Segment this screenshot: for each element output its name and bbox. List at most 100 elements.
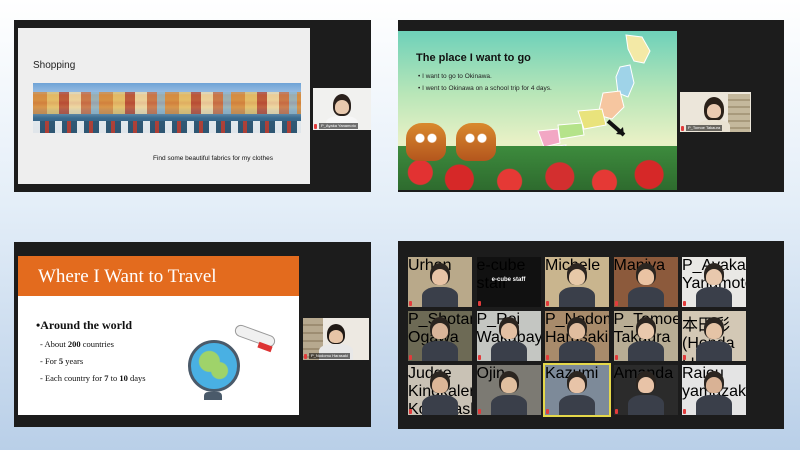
participant-tile[interactable]: e-cube staff e-cube staff xyxy=(476,257,541,307)
participant-tile[interactable]: P_Shotaro Ogawa xyxy=(408,311,472,361)
muted-mic-icon xyxy=(683,301,686,306)
participant-body xyxy=(490,395,527,415)
participant-body xyxy=(627,395,664,415)
participant-face xyxy=(500,323,517,339)
muted-mic-icon xyxy=(477,301,481,306)
participant-body xyxy=(559,341,595,361)
list-item: - For 5 years xyxy=(40,356,83,366)
muted-mic-icon xyxy=(477,409,481,414)
presenter-face xyxy=(335,100,349,114)
muted-mic-icon xyxy=(681,126,684,131)
participant-body xyxy=(627,341,664,361)
muted-mic-icon xyxy=(546,301,549,306)
list-item: - About 200 countries xyxy=(40,339,114,349)
participant-tile[interactable]: 本田彩 (Honda Luki) xyxy=(682,311,746,361)
shisa-statue-right xyxy=(456,123,496,161)
muted-mic-icon xyxy=(314,124,317,129)
participant-body xyxy=(696,287,732,307)
muted-mic-icon xyxy=(546,409,549,414)
bullet-item: • I went to Okinawa on a school trip for… xyxy=(418,85,552,92)
presenter-face xyxy=(329,330,343,343)
participant-tile[interactable]: Urhon xyxy=(408,257,472,307)
participant-tile[interactable]: P_Nodomu Harasaki xyxy=(545,311,609,361)
presenter-video[interactable]: P_Nodomu Harasaki xyxy=(303,318,369,360)
participant-tile[interactable]: Kazumi xyxy=(543,363,611,417)
muted-mic-icon xyxy=(409,301,412,306)
list-text: - Each country for xyxy=(40,373,105,383)
globe-icon xyxy=(188,340,240,392)
gallery-view: Urhone-cube staffe-cube staffMicheleMani… xyxy=(398,241,784,429)
bullet-item: • I want to go to Okinawa. xyxy=(418,73,492,80)
list-text: countries xyxy=(80,339,114,349)
list-text: to xyxy=(108,373,120,383)
muted-mic-icon xyxy=(477,355,481,360)
tile-label: e-cube staff xyxy=(491,277,526,283)
slide-title: The place I want to go xyxy=(416,52,531,64)
participant-body xyxy=(696,341,732,361)
participant-tile[interactable]: P_Tomoe Takaura xyxy=(613,311,678,361)
slide-heading: •Around the world xyxy=(36,318,132,332)
muted-mic-icon xyxy=(683,409,686,414)
participant-face xyxy=(706,377,722,393)
participant-tile[interactable]: Amanda xyxy=(613,365,678,415)
share-window-travel: Where I Want to Travel •Around the world… xyxy=(14,242,371,427)
participant-face xyxy=(569,323,585,339)
shared-slide-okinawa: The place I want to go • I want to go to… xyxy=(398,31,677,190)
participant-body xyxy=(627,287,664,307)
participant-body xyxy=(490,341,527,361)
shared-slide-travel: Where I Want to Travel •Around the world… xyxy=(18,256,299,415)
participant-tile[interactable]: Judge Kingkaler Kobayashi xyxy=(408,365,472,415)
participant-face xyxy=(637,323,654,339)
participant-face xyxy=(637,377,654,393)
list-value: 200 xyxy=(67,339,81,349)
participant-tile[interactable]: Ojin xyxy=(476,365,541,415)
muted-mic-icon xyxy=(409,355,412,360)
list-value: 10 xyxy=(119,373,128,383)
participant-body xyxy=(559,395,595,415)
list-text: years xyxy=(63,356,84,366)
slide-caption: Find some beautiful fabrics for my cloth… xyxy=(153,155,273,162)
participant-face xyxy=(432,377,448,393)
muted-mic-icon xyxy=(546,355,549,360)
participant-tile[interactable]: Maniya xyxy=(613,257,678,307)
bullet-text: I want to go to Okinawa. xyxy=(422,73,492,80)
participant-face xyxy=(432,323,448,339)
presenter-video[interactable]: P_Ayaka Yanamoto xyxy=(313,88,371,130)
muted-mic-icon xyxy=(409,409,412,414)
slide-title: Shopping xyxy=(33,60,76,71)
participant-face xyxy=(706,269,722,285)
harbor-boats xyxy=(33,121,301,133)
slide-title: Where I Want to Travel xyxy=(38,266,217,287)
muted-mic-icon xyxy=(614,301,618,306)
participant-name: P_Nodomu Harasaki xyxy=(309,353,350,359)
participant-tile[interactable]: P_Rei Wakabayashi xyxy=(476,311,541,361)
list-text: - For xyxy=(40,356,59,366)
share-window-okinawa: The place I want to go • I want to go to… xyxy=(398,20,784,192)
participant-tile[interactable]: Raiou yamazaki xyxy=(682,365,746,415)
participant-tile[interactable]: Michele xyxy=(545,257,609,307)
participant-face xyxy=(500,377,517,393)
presenter-video[interactable]: P_Tomoe Takaura xyxy=(680,92,751,132)
list-text: days xyxy=(127,373,146,383)
share-window-shopping: Shopping Find some beautiful fabrics for… xyxy=(14,20,371,192)
list-item: - Each country for 7 to 10 days xyxy=(40,373,146,383)
participant-face xyxy=(706,323,722,339)
participant-name: P_Tomoe Takaura xyxy=(686,125,723,131)
participant-face xyxy=(432,269,448,285)
bullet-text: I went to Okinawa on a school trip for 4… xyxy=(422,85,552,92)
participant-face xyxy=(569,269,585,285)
list-text: - About xyxy=(40,339,68,349)
shisa-statue-left xyxy=(406,123,446,161)
participant-body xyxy=(559,287,595,307)
participant-name: e-cube staff xyxy=(476,257,526,292)
participant-body xyxy=(422,395,458,415)
participant-tile[interactable]: P_Ayaka Yanamoto xyxy=(682,257,746,307)
participant-body xyxy=(422,341,458,361)
muted-mic-icon xyxy=(304,354,307,359)
muted-mic-icon xyxy=(614,409,618,414)
harbor-houses xyxy=(33,92,301,114)
muted-mic-icon xyxy=(614,355,618,360)
participant-body xyxy=(422,287,458,307)
bookshelf xyxy=(728,94,750,132)
muted-mic-icon xyxy=(683,355,686,360)
